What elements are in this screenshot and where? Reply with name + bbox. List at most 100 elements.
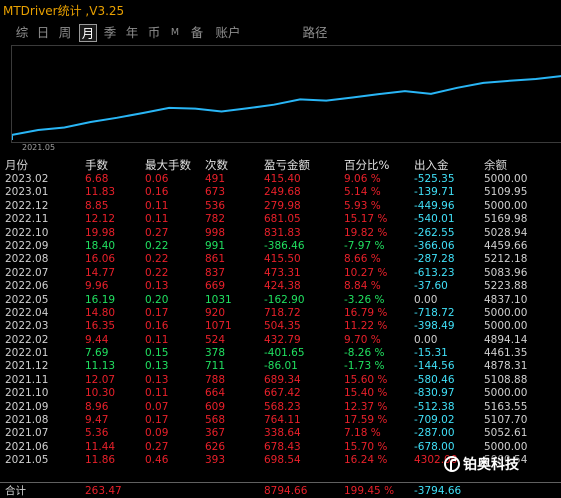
row-profit-loss: 718.72 (264, 306, 301, 319)
row-profit-loss: 568.23 (264, 400, 301, 413)
row-max-lots: 0.13 (145, 360, 169, 373)
row-count: 837 (205, 266, 226, 279)
balance-line (12, 75, 561, 140)
tab-account[interactable]: 账户 (214, 24, 242, 42)
row-deposit: 0.00 (414, 293, 438, 306)
table-row: 2022.07 14.77 0.22 837 473.31 10.27 % -613.23 5… (0, 267, 561, 280)
row-balance: 4878.31 (484, 360, 528, 373)
row-balance: 4459.66 (484, 239, 528, 252)
row-deposit: -449.96 (414, 199, 455, 212)
tab-summary[interactable]: 综 (14, 24, 30, 42)
row-profit-loss: 279.98 (264, 199, 301, 212)
tab-path[interactable]: 路径 (301, 24, 329, 42)
row-lots: 12.07 (85, 373, 116, 386)
row-month: 2022.09 (5, 239, 49, 252)
row-deposit: -287.28 (414, 253, 455, 266)
row-count: 1031 (205, 293, 232, 306)
tab-currency[interactable]: 币 (146, 24, 162, 42)
row-balance: 5169.98 (484, 213, 528, 226)
row-balance: 5000.00 (484, 173, 528, 185)
tab-m[interactable]: M (168, 24, 182, 42)
row-lots: 5.36 (85, 427, 109, 440)
total-label: 合计 (5, 485, 26, 497)
row-percent: 5.93 % (344, 199, 381, 212)
row-percent: 17.59 % (344, 414, 388, 427)
row-balance: 5000.00 (484, 306, 528, 319)
tab-backup[interactable]: 备 (189, 24, 205, 42)
row-balance: 5052.61 (484, 427, 528, 440)
table-row: 2021.07 5.36 0.09 367 338.64 7.18 % -287.00 505… (0, 427, 561, 440)
row-month: 2022.07 (5, 266, 49, 279)
row-max-lots: 0.11 (145, 199, 169, 212)
tab-day[interactable]: 日 (35, 24, 51, 42)
balance-chart (11, 45, 561, 143)
row-lots: 14.77 (85, 266, 116, 279)
row-month: 2022.01 (5, 347, 49, 360)
row-lots: 11.86 (85, 454, 116, 467)
row-balance: 5083.96 (484, 266, 528, 279)
table-row: 2022.09 18.40 0.22 991 -386.46 -7.97 % -366.06… (0, 240, 561, 253)
total-deposit: -3794.66 (414, 485, 462, 497)
row-count: 609 (205, 400, 226, 413)
row-month: 2022.12 (5, 199, 49, 212)
row-lots: 12.12 (85, 213, 116, 226)
tab-quarter[interactable]: 季 (102, 24, 118, 42)
row-max-lots: 0.27 (145, 440, 169, 453)
row-profit-loss: -386.46 (264, 239, 305, 252)
row-deposit: -709.02 (414, 414, 455, 427)
row-month: 2021.06 (5, 440, 49, 453)
row-profit-loss: 678.43 (264, 440, 301, 453)
period-toolbar: 综 日 周 月 季 年 币 M 备 账户 路径 (0, 22, 561, 44)
table-header: 月份 手数 最大手数 次数 盈亏金额 百分比% 出入金 余额 (0, 158, 561, 173)
row-count: 524 (205, 333, 226, 346)
row-lots: 8.96 (85, 400, 109, 413)
row-month: 2021.10 (5, 387, 49, 400)
monthly-stats-table: 月份 手数 最大手数 次数 盈亏金额 百分比% 出入金 余额 2023.02 6.… (0, 158, 561, 468)
tab-month[interactable]: 月 (79, 24, 97, 42)
row-percent: 12.37 % (344, 400, 388, 413)
row-month: 2021.08 (5, 414, 49, 427)
row-percent: 5.14 % (344, 186, 381, 199)
tab-week[interactable]: 周 (57, 24, 73, 42)
row-percent: -3.26 % (344, 293, 385, 306)
row-count: 669 (205, 280, 226, 293)
table-row: 2021.06 11.44 0.27 626 678.43 15.70 % -678.00 5… (0, 441, 561, 454)
row-max-lots: 0.11 (145, 333, 169, 346)
row-balance: 5109.95 (484, 186, 528, 199)
row-balance: 5000.00 (484, 320, 528, 333)
table-row: 2022.06 9.96 0.13 669 424.38 8.84 % -37.60 5223… (0, 280, 561, 293)
row-profit-loss: 831.83 (264, 226, 301, 239)
row-count: 378 (205, 347, 226, 360)
row-count: 393 (205, 454, 226, 467)
row-max-lots: 0.16 (145, 320, 169, 333)
row-deposit: -15.31 (414, 347, 448, 360)
row-balance: 4894.14 (484, 333, 528, 346)
row-profit-loss: 432.79 (264, 333, 301, 346)
row-count: 920 (205, 306, 226, 319)
tab-year[interactable]: 年 (124, 24, 140, 42)
row-max-lots: 0.09 (145, 427, 169, 440)
row-deposit: -144.56 (414, 360, 455, 373)
row-max-lots: 0.13 (145, 280, 169, 293)
header-max-lots: 最大手数 (145, 158, 191, 172)
row-balance: 4461.35 (484, 347, 528, 360)
row-balance: 5000.00 (484, 440, 528, 453)
row-lots: 9.44 (85, 333, 109, 346)
row-deposit: -139.71 (414, 186, 455, 199)
table-row: 2022.04 14.80 0.17 920 718.72 16.79 % -718.72 5… (0, 307, 561, 320)
row-max-lots: 0.17 (145, 306, 169, 319)
row-lots: 11.13 (85, 360, 116, 373)
table-row: 2022.01 7.69 0.15 378 -401.65 -8.26 % -15.31 44… (0, 347, 561, 360)
watermark-text: 铂奥科技 (463, 457, 519, 473)
row-deposit: 0.00 (414, 333, 438, 346)
row-lots: 14.80 (85, 306, 116, 319)
row-percent: 15.70 % (344, 440, 388, 453)
row-lots: 11.83 (85, 186, 116, 199)
row-percent: 8.66 % (344, 253, 381, 266)
row-balance: 5000.00 (484, 387, 528, 400)
row-percent: -7.97 % (344, 239, 385, 252)
row-max-lots: 0.22 (145, 239, 169, 252)
table-row: 2022.05 16.19 0.20 1031 -162.90 -3.26 % 0.00 48… (0, 294, 561, 307)
row-month: 2021.12 (5, 360, 49, 373)
row-deposit: -37.60 (414, 280, 448, 293)
